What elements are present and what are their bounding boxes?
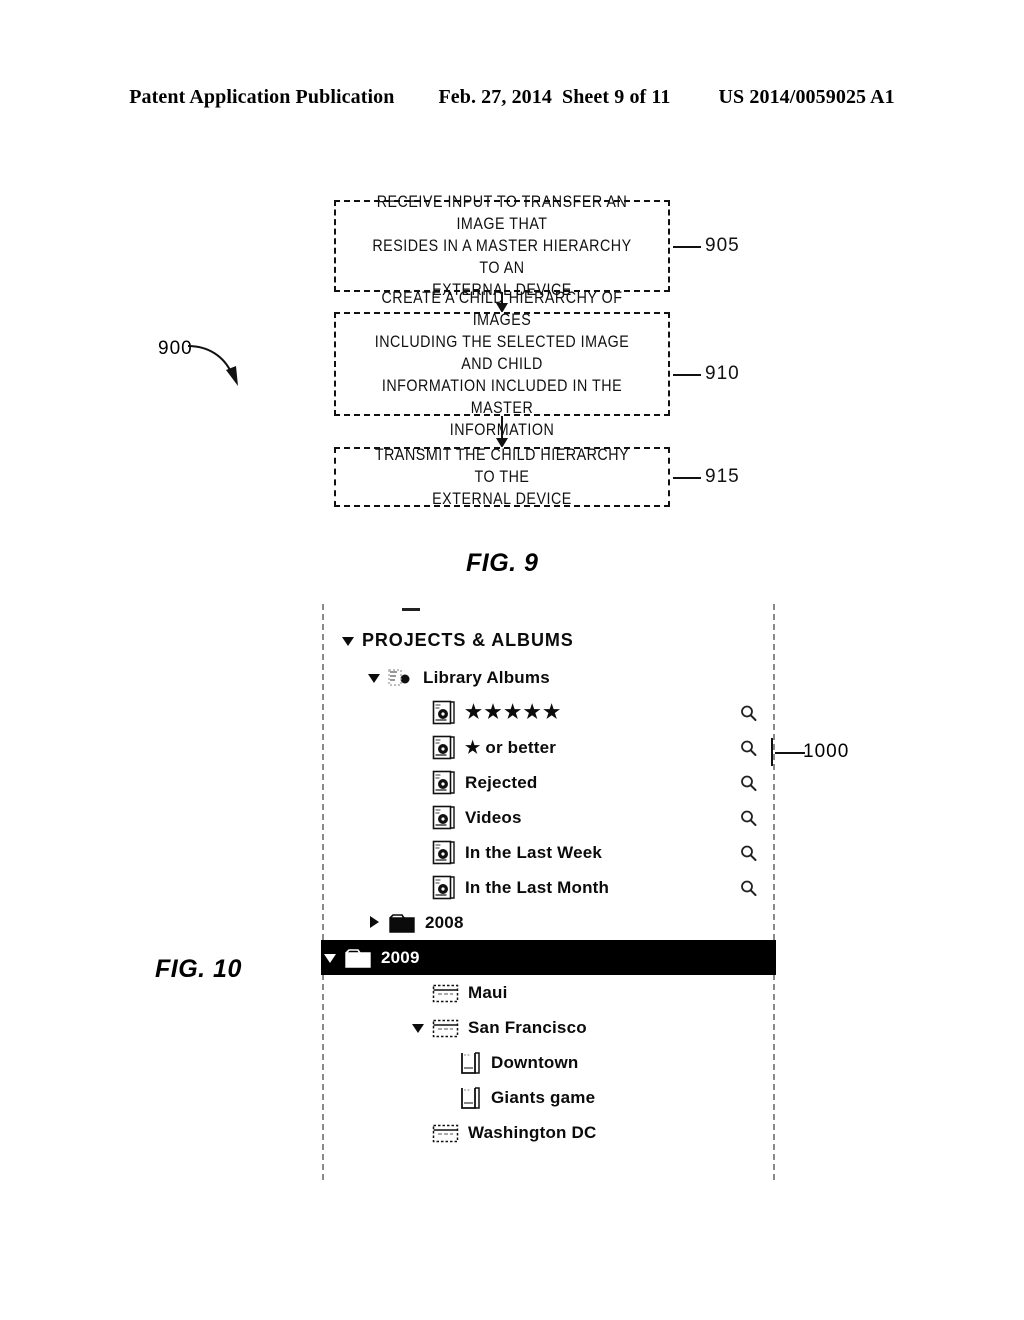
album-icon [432, 770, 456, 795]
tree-row-label: Washington DC [468, 1122, 597, 1142]
folder-icon [388, 912, 416, 934]
tree-row-label: In the Last Week [465, 842, 603, 862]
smart-album-magnifier-icon[interactable] [740, 704, 757, 721]
smart-album-magnifier-icon[interactable] [740, 809, 757, 826]
tree-row-projects-albums[interactable]: PROJECTS & ALBUMS [324, 620, 773, 660]
panel-top-tick-mark [402, 608, 420, 611]
disclosure-triangle-collapsed-icon[interactable] [368, 916, 381, 929]
flowchart-arrow-910-to-915 [496, 416, 508, 448]
header-sheet-label: Sheet 9 of 11 [561, 86, 671, 108]
figure-9-reference-arrow [187, 345, 238, 386]
step-915-line-2: EXTERNAL DEVICE [432, 490, 572, 508]
tree-row-folder-2008[interactable]: 2008 [324, 905, 773, 940]
tree-row-label: Maui [468, 982, 508, 1002]
tree-row-library-albums[interactable]: Library Albums [324, 660, 773, 695]
figure-10-reference-number: 1000 [803, 741, 850, 762]
figure-10-caption: FIG. 10 [155, 955, 242, 983]
page-header: Patent Application Publication Feb. 27, … [0, 86, 1024, 116]
step-915-leader-line [673, 477, 701, 479]
step-910-line-2: INCLUDING THE SELECTED IMAGE AND CHILD [374, 333, 630, 373]
tree-row-project-washington-dc[interactable]: Washington DC [324, 1115, 773, 1150]
tree-row-label: Library Albums [423, 667, 550, 687]
flowchart-step-905: RECEIVE INPUT TO TRANSFER AN IMAGE THAT … [334, 193, 670, 299]
tree-row-rejected[interactable]: Rejected [324, 765, 773, 800]
album-icon [432, 840, 456, 865]
step-915-line-1: TRANSMIT THE CHILD HIERARCHY TO THE [374, 446, 630, 486]
step-910-leader-line [673, 374, 701, 376]
tree-row-folder-2009[interactable]: 2009 [321, 940, 776, 975]
gear-small-icon [388, 668, 414, 688]
figure-10-leader-tick [771, 738, 773, 766]
project-icon [432, 1017, 459, 1038]
figure-10-leader-line [775, 752, 805, 754]
book-album-icon [460, 1051, 482, 1075]
tree-row-one-star-or-better[interactable]: ★ or better [324, 730, 773, 765]
step-910-reference-number: 910 [705, 363, 740, 384]
header-patent-number: US 2014/0059025 A1 [718, 86, 895, 108]
tree-row-five-stars[interactable]: ★★★★★ [324, 695, 773, 730]
tree-row-label: ★ or better [465, 737, 557, 757]
disclosure-triangle-expanded-icon[interactable] [324, 951, 337, 964]
figure-9-flowchart: 900 RECEIVE INPUT TO TRANSFER AN IMAGE T… [0, 160, 1024, 580]
folder-icon [344, 947, 372, 969]
tree-row-label: PROJECTS & ALBUMS [362, 629, 574, 650]
tree-row-label: In the Last Month [465, 877, 610, 897]
project-icon [432, 1122, 459, 1143]
tree-row-in-the-last-month[interactable]: In the Last Month [324, 870, 773, 905]
disclosure-triangle-expanded-icon[interactable] [412, 1021, 425, 1034]
tree-row-list: PROJECTS & ALBUMS Library Albums ★★★★★ ★ or… [321, 620, 776, 1150]
tree-row-label: ★★★★★ [465, 702, 563, 723]
tree-row-label: Downtown [491, 1052, 579, 1072]
tree-row-project-maui[interactable]: Maui [324, 975, 773, 1010]
tree-row-in-the-last-week[interactable]: In the Last Week [324, 835, 773, 870]
step-910-line-1: CREATE A CHILD HIERARCHY OF IMAGES [381, 289, 623, 329]
tree-row-album-giants-game[interactable]: Giants game [324, 1080, 773, 1115]
step-910-line-3: INFORMATION INCLUDED IN THE MASTER [381, 377, 623, 417]
tree-row-label: 2008 [425, 912, 464, 932]
tree-row-videos[interactable]: Videos [324, 800, 773, 835]
step-905-line-2: RESIDES IN A MASTER HIERARCHY TO AN [372, 237, 632, 277]
header-date-label: Feb. 27, 2014 [438, 86, 552, 108]
step-915-reference-number: 915 [705, 466, 740, 487]
tree-row-label: 2009 [381, 947, 420, 967]
tree-row-label: Videos [465, 807, 522, 827]
tree-row-label: Rejected [465, 772, 538, 792]
smart-album-magnifier-icon[interactable] [740, 844, 757, 861]
album-icon [432, 875, 456, 900]
tree-row-album-downtown[interactable]: Downtown [324, 1045, 773, 1080]
smart-album-magnifier-icon[interactable] [740, 774, 757, 791]
flowchart-step-910: CREATE A CHILD HIERARCHY OF IMAGES INCLU… [334, 289, 670, 439]
disclosure-triangle-expanded-icon[interactable] [368, 671, 381, 684]
smart-album-magnifier-icon[interactable] [740, 879, 757, 896]
figure-9-caption: FIG. 9 [466, 549, 539, 577]
book-album-icon [460, 1086, 482, 1110]
library-tree-panel: PROJECTS & ALBUMS Library Albums ★★★★★ ★ or… [321, 604, 776, 1180]
tree-row-label: Giants game [491, 1087, 596, 1107]
flowchart-step-915: TRANSMIT THE CHILD HIERARCHY TO THE EXTE… [334, 446, 670, 508]
step-905-reference-number: 905 [705, 235, 740, 256]
tree-row-label: San Francisco [468, 1017, 587, 1037]
header-publication-label: Patent Application Publication [129, 86, 395, 108]
album-icon [432, 700, 456, 725]
step-905-line-1: RECEIVE INPUT TO TRANSFER AN IMAGE THAT [376, 193, 628, 233]
tree-row-project-san-francisco[interactable]: San Francisco [324, 1010, 773, 1045]
album-icon [432, 805, 456, 830]
disclosure-triangle-expanded-icon[interactable] [342, 634, 355, 647]
smart-album-magnifier-icon[interactable] [740, 739, 757, 756]
project-icon [432, 982, 459, 1003]
step-905-leader-line [673, 246, 701, 248]
album-icon [432, 735, 456, 760]
